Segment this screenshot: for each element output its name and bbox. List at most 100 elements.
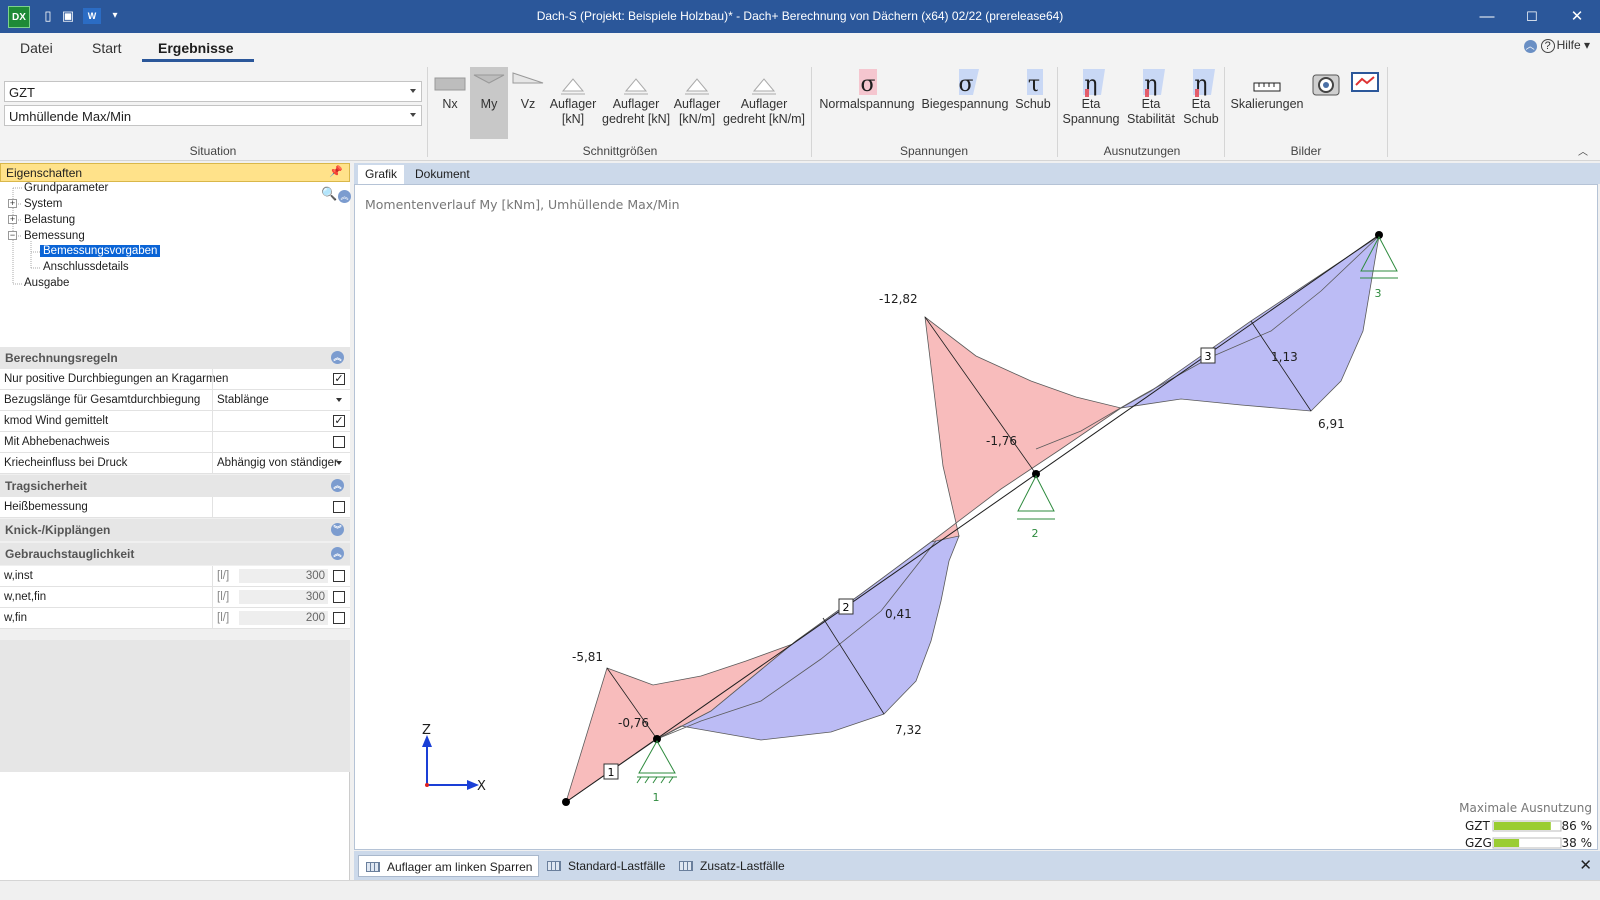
chevron-down-icon[interactable] [332, 393, 346, 407]
checkbox-wfin[interactable] [333, 612, 345, 624]
customize-arrow-icon[interactable]: ▾ [107, 8, 123, 24]
section-berechnungsregeln[interactable]: Berechnungsregeln ︽ [0, 347, 350, 369]
dropdown-bezugslaenge[interactable]: Stablänge [212, 390, 350, 410]
graphic-canvas[interactable]: Momentenverlauf My [kNm], Umhüllende Max… [354, 184, 1598, 850]
image-export-button[interactable] [1346, 67, 1382, 139]
moment-diagram[interactable]: Momentenverlauf My [kNm], Umhüllende Max… [355, 185, 1599, 851]
checkbox-positive-deflection[interactable]: ✓ [333, 373, 345, 385]
auflager-gedreht-knm-button[interactable]: Auflager gedreht [kN/m] [722, 67, 806, 139]
node-point[interactable] [562, 798, 570, 806]
auflager-kn-label: Auflager [kN] [549, 97, 597, 126]
tab-ergebnisse[interactable]: Ergebnisse [158, 40, 233, 56]
tree-item-bemessung[interactable]: Bemessung [24, 230, 85, 242]
nx-icon [431, 67, 469, 97]
bar-number-2[interactable]: 2 [838, 598, 854, 615]
property-value-cell: ✓ [212, 369, 350, 389]
eta-spannung-button[interactable]: η Eta Spannung [1061, 67, 1121, 139]
utilization-fill-gzg [1494, 839, 1520, 847]
section-gebrauchstauglichkeit[interactable]: Gebrauchstauglichkeit ︽ [0, 543, 350, 565]
nx-button[interactable]: Nx [431, 67, 469, 139]
tab-zusatz-lastfaelle[interactable]: Zusatz-Lastfälle [672, 855, 791, 877]
maximize-icon[interactable]: ☐ [1509, 0, 1555, 33]
expand-icon[interactable]: + [8, 199, 17, 208]
situation-combo-gzt[interactable]: GZT [4, 81, 422, 102]
checkbox-abhebenachweis[interactable] [333, 436, 345, 448]
collapse-section-icon[interactable]: ︽ [331, 547, 344, 560]
tab-datei[interactable]: Datei [20, 40, 53, 56]
auflager-knm-button[interactable]: Auflager [kN/m] [672, 67, 722, 139]
unit-label: [l/] [217, 612, 230, 624]
dropdown-kriecheinfluss[interactable]: Abhängig von ständiger [212, 453, 350, 473]
tab-standard-lastfaelle[interactable]: Standard-Lastfälle [540, 855, 671, 877]
grid-icon [547, 861, 561, 871]
section-tragsicherheit[interactable]: Tragsicherheit ︽ [0, 475, 350, 497]
collapse-all-icon[interactable]: ︽ [338, 190, 351, 203]
support-2-icon[interactable] [1017, 474, 1055, 520]
eta-stabilitaet-button[interactable]: η Eta Stabilität [1122, 67, 1180, 139]
auflager-knm-label: Auflager [kN/m] [673, 97, 721, 126]
expand-icon[interactable]: + [8, 215, 17, 224]
skalierungen-button[interactable]: Skalierungen [1228, 67, 1306, 139]
tab-start[interactable]: Start [92, 40, 122, 56]
section-knick-kipplaengen[interactable]: Knick-/Kipplängen ︾ [0, 519, 350, 541]
auflager-kn-button[interactable]: Auflager [kN] [548, 67, 598, 139]
property-label: w,net,fin [4, 591, 47, 603]
property-label: kmod Wind gemittelt [4, 415, 109, 427]
help-button[interactable]: ︿? Hilfe ▾ [1523, 38, 1590, 53]
new-file-icon[interactable]: ▯ [40, 8, 56, 24]
vz-button[interactable]: Vz [509, 67, 547, 139]
schub-button[interactable]: τ Schub [1011, 67, 1055, 139]
collapse-section-icon[interactable]: ︽ [331, 351, 344, 364]
checkbox-winst[interactable] [333, 570, 345, 582]
collapse-ribbon-icon[interactable]: ︿ [1523, 40, 1537, 53]
checkbox-kmod-wind[interactable]: ✓ [333, 415, 345, 427]
eta-schub-button[interactable]: η Eta Schub [1180, 67, 1222, 139]
limit-input-winst[interactable]: 300 [239, 569, 328, 583]
eta-icon: η [1061, 67, 1121, 97]
chevron-down-icon[interactable] [332, 456, 346, 470]
collapse-section-icon[interactable]: ︽ [331, 479, 344, 492]
properties-tree: Grundparameter + System + Belastung − Be… [0, 182, 350, 347]
biegespannung-button[interactable]: σ Biegespannung [918, 67, 1012, 139]
tree-item-belastung[interactable]: Belastung [24, 214, 75, 226]
checkbox-heissbemessung[interactable] [333, 501, 345, 513]
app-logo[interactable]: DX [8, 6, 30, 28]
group-label-ausnutzungen: Ausnutzungen [1103, 144, 1181, 158]
limit-input-wfin[interactable]: 200 [239, 611, 328, 625]
chevron-down-icon [410, 113, 416, 117]
normalspannung-button[interactable]: σ Normalspannung [817, 67, 917, 139]
axis-x-label: X [477, 779, 486, 794]
camera-button[interactable] [1308, 67, 1344, 139]
tree-item-system[interactable]: System [24, 198, 62, 210]
moment-value-label: -5,81 [572, 650, 603, 664]
close-icon[interactable]: ✕ [1579, 856, 1592, 874]
axis-gizmo: Z X [422, 723, 486, 794]
limit-input-wnetfin[interactable]: 300 [239, 590, 328, 604]
tab-dokument[interactable]: Dokument [408, 165, 477, 184]
pin-icon[interactable]: 📌 [329, 165, 343, 178]
minimize-icon[interactable]: — [1464, 0, 1510, 33]
collapse-icon[interactable]: − [8, 231, 17, 240]
axis-z-label: Z [422, 723, 431, 738]
tab-auflager-linker-sparren[interactable]: Auflager am linken Sparren [358, 855, 540, 877]
expand-section-icon[interactable]: ︾ [331, 523, 344, 536]
support-icon [672, 67, 722, 97]
checkbox-wnetfin[interactable] [333, 591, 345, 603]
tree-item-bemessungsvorgaben[interactable]: Bemessungsvorgaben [40, 245, 161, 257]
tree-item-anschlussdetails[interactable]: Anschlussdetails [43, 261, 129, 273]
tree-item-ausgabe[interactable]: Ausgabe [24, 277, 69, 289]
tab-grafik[interactable]: Grafik [358, 165, 405, 184]
group-label-situation: Situation [189, 144, 237, 158]
property-row: w,inst [l/] 300 [0, 566, 350, 587]
situation-combo-envelope[interactable]: Umhüllende Max/Min [4, 105, 422, 126]
collapse-ribbon-chevron-icon[interactable]: ︿ [1578, 143, 1588, 158]
close-icon[interactable]: ✕ [1554, 0, 1600, 33]
auflager-gedreht-kn-button[interactable]: Auflager gedreht [kN] [602, 67, 670, 139]
word-export-icon[interactable]: W [83, 8, 101, 24]
tree-item-grundparameter[interactable]: Grundparameter [24, 182, 108, 194]
bar-number-1[interactable]: 1 [603, 763, 619, 780]
bar-number-3[interactable]: 3 [1200, 347, 1216, 364]
search-icon[interactable]: 🔍 [321, 186, 337, 202]
save-icon[interactable]: ▣ [60, 8, 76, 24]
my-button[interactable]: My [470, 67, 508, 139]
